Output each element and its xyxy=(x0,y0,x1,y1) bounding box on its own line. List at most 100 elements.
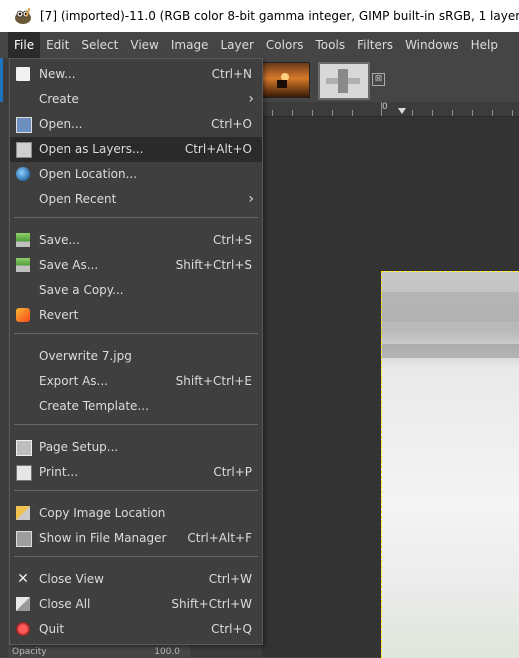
layer-opacity-control[interactable]: Opacity 100.0 xyxy=(8,647,180,657)
open-as-layers-icon xyxy=(16,142,32,158)
ruler-tick xyxy=(432,110,433,116)
menu-item-open-location[interactable]: Open Location... xyxy=(10,162,262,187)
open-icon xyxy=(16,117,32,133)
menu-view[interactable]: View xyxy=(124,32,164,58)
menubar: File Edit Select View Image Layer Colors… xyxy=(0,32,519,58)
menu-item-close-view[interactable]: ✕ Close View Ctrl+W xyxy=(10,567,262,592)
menu-colors[interactable]: Colors xyxy=(260,32,310,58)
menu-item-revert[interactable]: Revert xyxy=(10,303,262,328)
image-canvas[interactable] xyxy=(381,271,519,658)
ruler-tick xyxy=(332,110,333,116)
close-all-icon xyxy=(16,597,30,611)
menu-item-label: Open Recent xyxy=(39,192,117,206)
window-title-bar: [7] (imported)-11.0 (RGB color 8-bit gam… xyxy=(0,0,519,32)
menu-item-show-in-file-manager[interactable]: Show in File Manager Ctrl+Alt+F xyxy=(10,526,262,551)
menu-item-shortcut: Ctrl+S xyxy=(212,233,252,247)
printer-icon xyxy=(16,465,32,481)
toolbox-active-indicator xyxy=(0,58,3,102)
page-setup-icon xyxy=(16,440,32,456)
close-icon: ✕ xyxy=(17,571,29,587)
menu-item-save-as[interactable]: Save As... Shift+Ctrl+S xyxy=(10,253,262,278)
ruler-tick xyxy=(512,110,513,116)
menu-select[interactable]: Select xyxy=(75,32,124,58)
menu-filters[interactable]: Filters xyxy=(351,32,399,58)
ruler-tick xyxy=(492,110,493,116)
menu-item-label: Close All xyxy=(39,597,91,611)
menu-item-save[interactable]: Save... Ctrl+S xyxy=(10,228,262,253)
quit-icon xyxy=(16,622,30,636)
submenu-arrow-icon: › xyxy=(248,91,254,107)
menu-item-label: Save a Copy... xyxy=(39,283,124,297)
menu-item-label: Save As... xyxy=(39,258,99,272)
menu-item-print[interactable]: Print... Ctrl+P xyxy=(10,460,262,485)
figure-shape xyxy=(277,80,287,88)
menu-separator xyxy=(14,490,258,491)
menu-item-open[interactable]: Open... Ctrl+O xyxy=(10,112,262,137)
ruler-tick xyxy=(412,110,413,116)
menu-item-shortcut: Ctrl+Alt+F xyxy=(187,531,252,545)
menu-windows[interactable]: Windows xyxy=(399,32,465,58)
menu-item-shortcut: Shift+Ctrl+S xyxy=(175,258,252,272)
menu-item-shortcut: Ctrl+Q xyxy=(211,622,252,636)
menu-separator xyxy=(14,333,258,334)
save-icon xyxy=(16,233,30,247)
menu-tools[interactable]: Tools xyxy=(310,32,352,58)
menu-item-label: Copy Image Location xyxy=(39,506,166,520)
menu-item-open-recent[interactable]: Open Recent › xyxy=(10,187,262,212)
globe-icon xyxy=(16,167,30,181)
menu-item-shortcut: Ctrl+P xyxy=(213,465,252,479)
file-manager-icon xyxy=(16,531,32,547)
ruler-tick xyxy=(472,110,473,116)
ruler-tick xyxy=(352,110,353,116)
menu-item-label: Overwrite 7.jpg xyxy=(39,349,132,363)
opacity-value[interactable]: 100.0 xyxy=(154,647,180,657)
menu-item-page-setup[interactable]: Page Setup... xyxy=(10,435,262,460)
menu-separator xyxy=(14,424,258,425)
menu-item-shortcut: Ctrl+N xyxy=(211,67,252,81)
ruler-zero-label: 0 xyxy=(382,102,388,112)
toolbox-strip xyxy=(0,58,8,657)
menu-item-copy-image-location[interactable]: Copy Image Location xyxy=(10,501,262,526)
menu-edit[interactable]: Edit xyxy=(40,32,75,58)
revert-icon xyxy=(16,308,30,322)
ruler-tick xyxy=(292,110,293,116)
menu-file[interactable]: File xyxy=(8,32,41,58)
window-title: [7] (imported)-11.0 (RGB color 8-bit gam… xyxy=(40,9,519,23)
copy-location-icon xyxy=(16,506,30,520)
menu-item-quit[interactable]: Quit Ctrl+Q xyxy=(10,617,262,642)
menu-separator xyxy=(14,217,258,218)
menu-item-save-copy[interactable]: Save a Copy... xyxy=(10,278,262,303)
ruler-pointer-marker xyxy=(398,108,406,114)
image-region xyxy=(382,292,519,322)
menu-item-overwrite[interactable]: Overwrite 7.jpg xyxy=(10,344,262,369)
menu-item-label: Open Location... xyxy=(39,167,138,181)
menu-item-label: Revert xyxy=(39,308,79,322)
horizontal-ruler[interactable]: 0 xyxy=(262,102,519,117)
new-document-icon xyxy=(16,67,30,81)
menu-item-label: Create Template... xyxy=(39,399,149,413)
menu-item-shortcut: Shift+Ctrl+W xyxy=(171,597,252,611)
menu-layer[interactable]: Layer xyxy=(214,32,259,58)
image-tab-sunset[interactable] xyxy=(260,62,310,98)
menu-item-create-template[interactable]: Create Template... xyxy=(10,394,262,419)
menu-item-label: Show in File Manager xyxy=(39,531,167,545)
close-tab-icon[interactable]: ⊠ xyxy=(372,73,385,86)
gimp-app-icon xyxy=(12,6,34,26)
menu-item-label: Close View xyxy=(39,572,104,586)
menu-item-create[interactable]: Create › xyxy=(10,87,262,112)
menu-item-label: Create xyxy=(39,92,79,106)
menu-item-label: Print... xyxy=(39,465,79,479)
menu-item-export-as[interactable]: Export As... Shift+Ctrl+E xyxy=(10,369,262,394)
menu-item-new[interactable]: New... Ctrl+N xyxy=(10,62,262,87)
menu-help[interactable]: Help xyxy=(465,32,504,58)
menu-image[interactable]: Image xyxy=(165,32,215,58)
image-tab-current[interactable] xyxy=(318,62,370,100)
ruler-tick xyxy=(312,110,313,116)
save-as-icon xyxy=(16,258,30,272)
menu-item-label: Open... xyxy=(39,117,83,131)
image-region xyxy=(382,344,519,358)
menu-item-close-all[interactable]: Close All Shift+Ctrl+W xyxy=(10,592,262,617)
menu-item-open-as-layers[interactable]: Open as Layers... Ctrl+Alt+O xyxy=(10,137,262,162)
menu-item-shortcut: Shift+Ctrl+E xyxy=(175,374,252,388)
menu-item-label: New... xyxy=(39,67,76,81)
